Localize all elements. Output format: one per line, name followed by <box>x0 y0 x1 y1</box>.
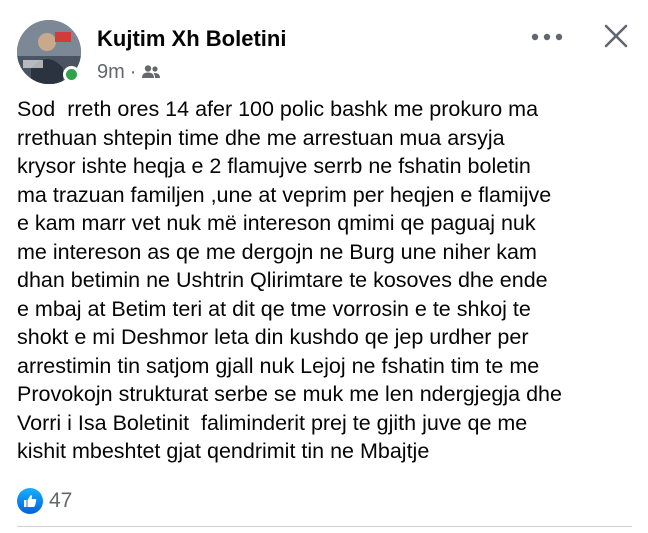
reactions-summary[interactable]: 47 <box>17 487 72 515</box>
post-text-line: Vorri i Isa Boletinit faliminderit prej … <box>17 410 528 435</box>
like-icon <box>17 488 43 514</box>
post-text-line: shokt e mi Deshmor leta din kushdo qe je… <box>17 325 529 349</box>
post-text-line: rrethuan shtepin time dhe me arrestuan m… <box>17 125 505 150</box>
post-body-text: Sod rreth ores 14 afer 100 polic bashk m… <box>17 95 637 466</box>
post-text-line: krysor ishte heqja e 2 flamujve serrb ne… <box>17 154 531 178</box>
reaction-count[interactable]: 47 <box>49 489 72 513</box>
post-text-line: e kam marr vet nuk më intereson qmimi qe… <box>17 211 536 235</box>
more-horizontal-icon <box>531 28 563 46</box>
close-button[interactable] <box>598 20 634 56</box>
post-timestamp[interactable]: 9m <box>97 61 125 84</box>
friends-icon[interactable] <box>141 64 161 80</box>
divider <box>17 526 632 527</box>
facebook-post: Kujtim Xh Boletini 9m · Sod rreth ores 1… <box>0 0 648 533</box>
post-text-line: dhan betimin ne Ushtrin Qlirimtare te ko… <box>17 268 548 292</box>
online-status-dot <box>63 66 80 83</box>
post-text-line: kishit mbeshtet gjat qendrimit tin ne Mb… <box>17 439 430 463</box>
post-meta: 9m · <box>97 60 161 84</box>
post-text-line: e mbaj at Betim teri at dit qe tme vorro… <box>17 296 531 321</box>
meta-separator: · <box>129 60 137 83</box>
author-avatar[interactable] <box>17 20 81 84</box>
post-text-line: me intereson as qe me dergojn ne Burg un… <box>17 239 537 264</box>
close-icon <box>603 23 629 54</box>
post-text-line: Sod rreth ores 14 afer 100 polic bashk m… <box>17 97 539 121</box>
post-text-line: Provokojn strukturat serbe se muk me len… <box>17 382 562 406</box>
post-text-line: ma trazuan familjen ,une at veprim per h… <box>17 182 552 207</box>
author-name[interactable]: Kujtim Xh Boletini <box>97 26 286 52</box>
more-options-button[interactable] <box>527 24 567 50</box>
post-text-line: arrestimin tin satjom gjall nuk Lejoj ne… <box>17 353 540 378</box>
